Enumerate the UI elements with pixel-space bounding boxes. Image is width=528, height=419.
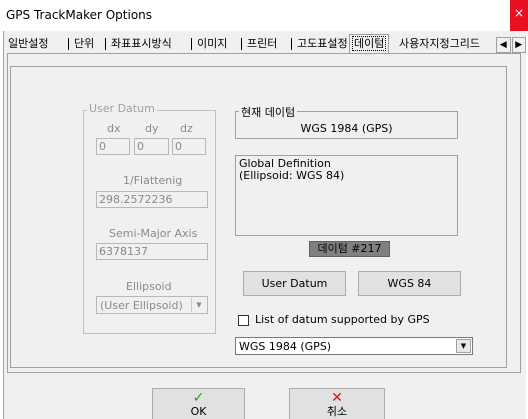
ok-button[interactable]: ✓ OK (152, 388, 245, 419)
cancel-button[interactable]: ✕ 취소 (289, 388, 385, 419)
datum-number-badge: 데이텀 #217 (309, 241, 390, 257)
semimajor-axis-label: Semi-Major Axis (109, 227, 198, 240)
gps-datum-checkbox-label: List of datum supported by GPS (255, 313, 430, 326)
tab-separator (241, 38, 242, 50)
datum-description: Global Definition (Ellipsoid: WGS 84) (235, 155, 458, 236)
close-button[interactable]: × (510, 0, 528, 31)
close-icon: ✕ (331, 390, 343, 406)
dz-label: dz (180, 122, 193, 135)
tab-coordinate-display[interactable]: 좌표표시방식 (111, 36, 172, 53)
tab-separator (191, 38, 192, 50)
ellipsoid-label: Ellipsoid (126, 280, 172, 293)
user-datum-group-title: User Datum (87, 102, 157, 115)
gps-datum-checkbox[interactable] (238, 315, 249, 326)
options-window: 일반설정 단위 좌표표시방식 이미지 프린터 고도표설정 데이텀 사용자지정그리… (3, 31, 526, 419)
tab-image[interactable]: 이미지 (197, 36, 227, 53)
tab-scroll-right-icon[interactable]: ▶ (511, 37, 526, 53)
tab-separator (105, 38, 106, 50)
datum-description-line: (Ellipsoid: WGS 84) (239, 169, 345, 182)
datum-select-value: WGS 1984 (GPS) (239, 340, 332, 353)
tab-strip: 일반설정 단위 좌표표시방식 이미지 프린터 고도표설정 데이텀 사용자지정그리… (4, 34, 527, 54)
tab-scroll-left-icon[interactable]: ◀ (496, 37, 511, 53)
tab-separator (291, 38, 292, 50)
ellipsoid-select[interactable]: (User Ellipsoid) ▼ (96, 296, 208, 314)
wgs84-button[interactable]: WGS 84 (358, 271, 461, 296)
dx-label: dx (107, 122, 121, 135)
tab-units[interactable]: 단위 (74, 36, 94, 53)
dy-field[interactable]: 0 (134, 138, 169, 155)
ellipsoid-select-value: (User Ellipsoid) (100, 299, 183, 312)
current-datum-value: WGS 1984 (GPS) (300, 122, 393, 135)
tab-scroll-controls: ◀ ▶ (496, 37, 527, 53)
tab-custom-grid[interactable]: 사용자지정그리드 (399, 36, 480, 53)
tab-general[interactable]: 일반설정 (8, 36, 48, 53)
dz-field[interactable]: 0 (172, 138, 206, 155)
dx-field[interactable]: 0 (96, 138, 130, 155)
ok-button-label: OK (190, 405, 207, 418)
tab-printer[interactable]: 프린터 (247, 36, 277, 53)
tab-datum-label: 데이텀 (352, 36, 387, 51)
semimajor-axis-field[interactable]: 6378137 (96, 243, 208, 260)
current-datum-title: 현재 데이텀 (239, 104, 298, 120)
chevron-down-icon: ▼ (456, 339, 471, 353)
cancel-button-label: 취소 (326, 405, 348, 418)
flattening-field[interactable]: 298.2572236 (96, 191, 208, 208)
tab-separator (68, 38, 69, 50)
checkmark-icon: ✓ (192, 390, 205, 406)
title-bar: GPS TrackMaker Options × (0, 0, 528, 31)
dy-label: dy (145, 122, 159, 135)
user-datum-button[interactable]: User Datum (243, 271, 346, 296)
chevron-down-icon: ▼ (191, 298, 206, 312)
datum-select[interactable]: WGS 1984 (GPS) ▼ (235, 337, 473, 355)
window-title: GPS TrackMaker Options (6, 8, 153, 22)
datum-inner-panel: User Datum dx dy dz 0 0 0 1/Flattenig 29… (10, 66, 507, 368)
flattening-label: 1/Flattenig (123, 174, 183, 187)
tab-altitude-settings[interactable]: 고도표설정 (297, 36, 348, 53)
tab-datum[interactable]: 데이텀 (349, 34, 390, 54)
datum-tab-panel: User Datum dx dy dz 0 0 0 1/Flattenig 29… (7, 53, 521, 373)
